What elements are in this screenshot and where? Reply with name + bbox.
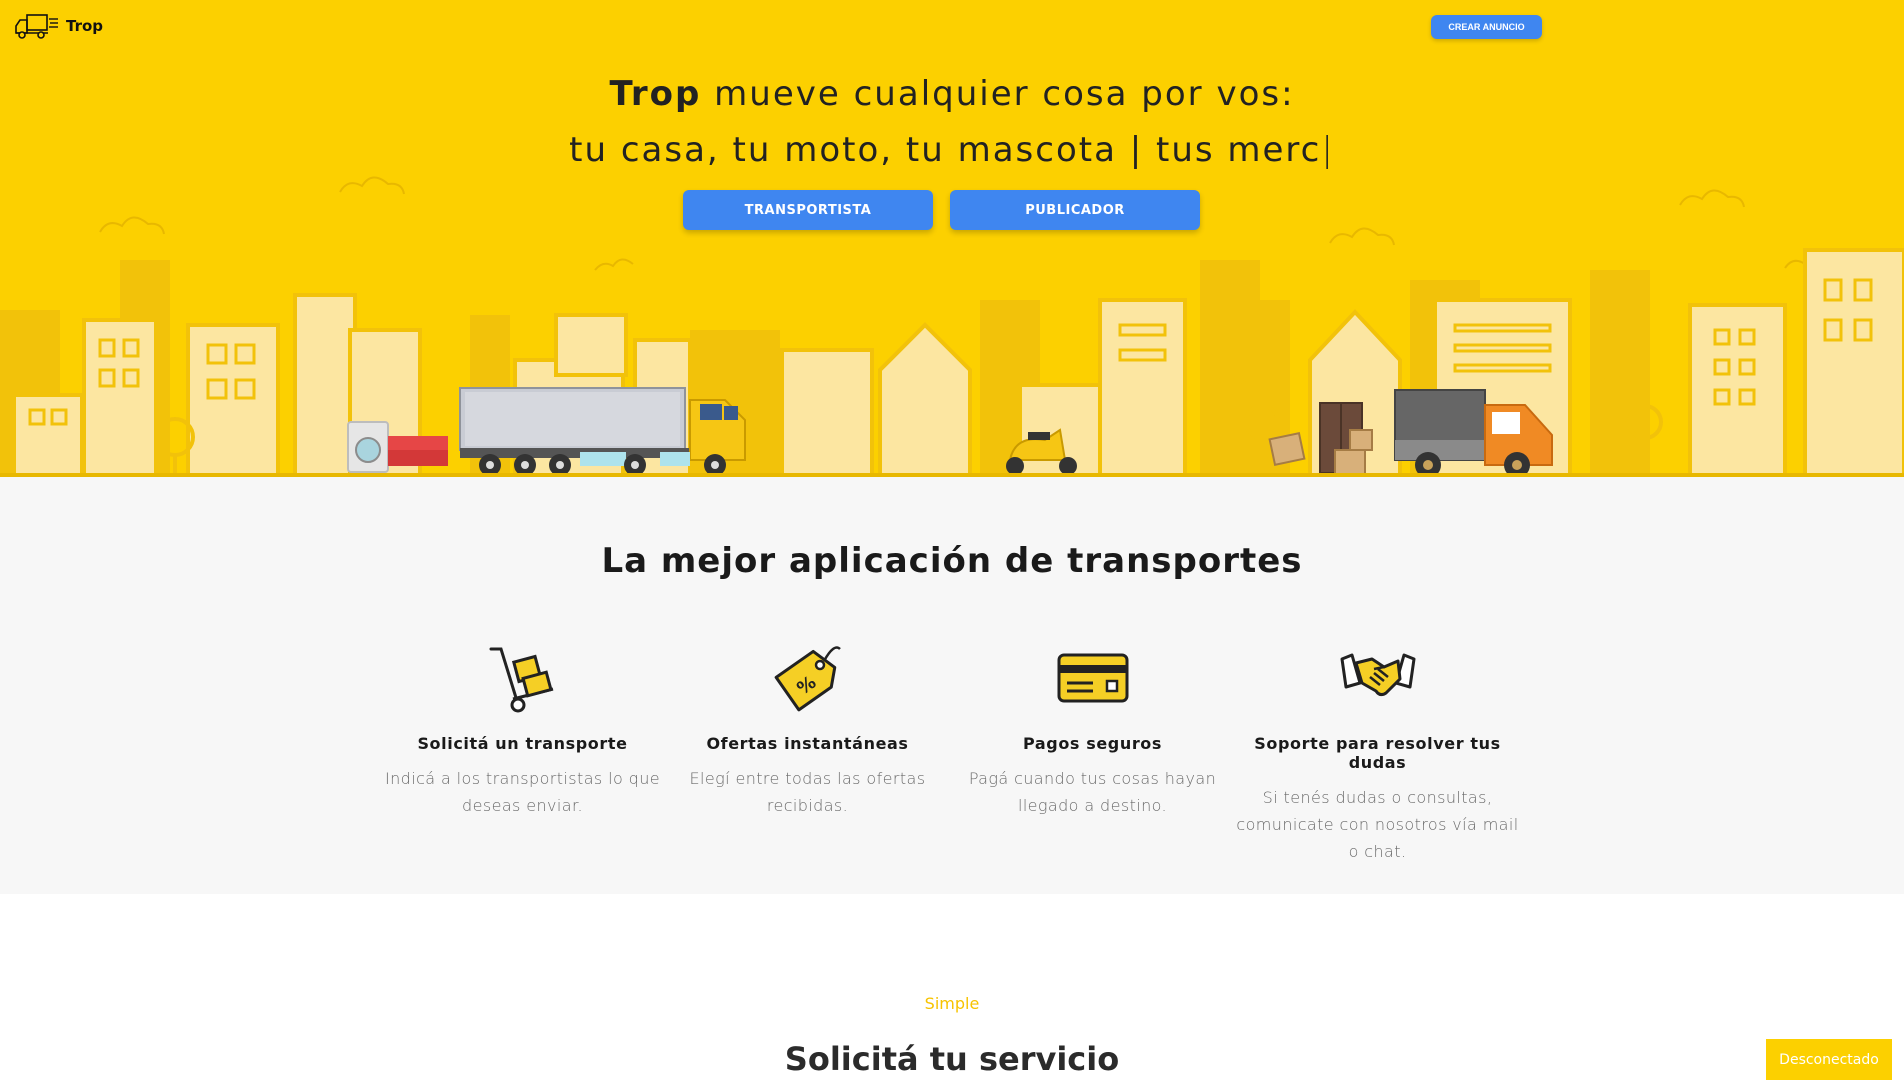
- service-section: Simple Solicitá tu servicio: [0, 894, 1904, 1080]
- headline-line1: mueve cualquier cosa por vos:: [701, 74, 1295, 114]
- features-title: La mejor aplicación de transportes: [601, 541, 1303, 581]
- feature-description: Si tenés dudas o consultas, comunicate c…: [1236, 788, 1519, 861]
- credit-card-icon: [1057, 653, 1128, 703]
- feature-support: Soporte para resolver tus dudas Si tenés…: [1235, 637, 1520, 865]
- feature-description: Elegí entre todas las ofertas recibidas.: [689, 769, 926, 815]
- feature-title: Pagos seguros: [1022, 734, 1163, 753]
- truck-icon: [15, 14, 58, 39]
- top-navbar: Trop CREAR ANUNCIO: [0, 0, 1904, 52]
- headline-brand: Trop: [609, 74, 702, 114]
- section-title: Solicitá tu servicio: [784, 1040, 1120, 1078]
- logo[interactable]: Trop: [14, 12, 103, 40]
- hero-section: Trop CREAR ANUNCIO Trop mueve cualquier …: [0, 0, 1904, 477]
- clouds-decoration: [99, 176, 1824, 271]
- feature-description: Indicá a los transportistas lo que desea…: [385, 769, 660, 815]
- feature-request-transport: Solicitá un transporte Indicá a los tran…: [380, 637, 665, 819]
- section-eyebrow: Simple: [924, 994, 980, 1013]
- connection-status-badge[interactable]: Desconectado: [1766, 1039, 1892, 1080]
- features-section: La mejor aplicación de transportes Solic…: [0, 477, 1904, 894]
- feature-title: Solicitá un transporte: [417, 734, 628, 753]
- feature-description: Pagá cuando tus cosas hayan llegado a de…: [968, 769, 1217, 815]
- create-ad-button[interactable]: CREAR ANUNCIO: [1431, 15, 1542, 39]
- feature-secure-payments: Pagos seguros Pagá cuando tus cosas haya…: [950, 637, 1235, 819]
- feature-title: Ofertas instantáneas: [706, 734, 909, 753]
- handshake-icon: [1340, 653, 1415, 697]
- price-tag-icon: %: [774, 646, 841, 712]
- hand-truck-icon: [489, 647, 553, 713]
- feature-instant-offers: % Ofertas instantáneas Elegí entre todas…: [665, 637, 950, 819]
- brand-name: Trop: [66, 17, 104, 35]
- feature-title: Soporte para resolver tus dudas: [1254, 734, 1501, 772]
- city-skyline-illustration: [0, 176, 1904, 477]
